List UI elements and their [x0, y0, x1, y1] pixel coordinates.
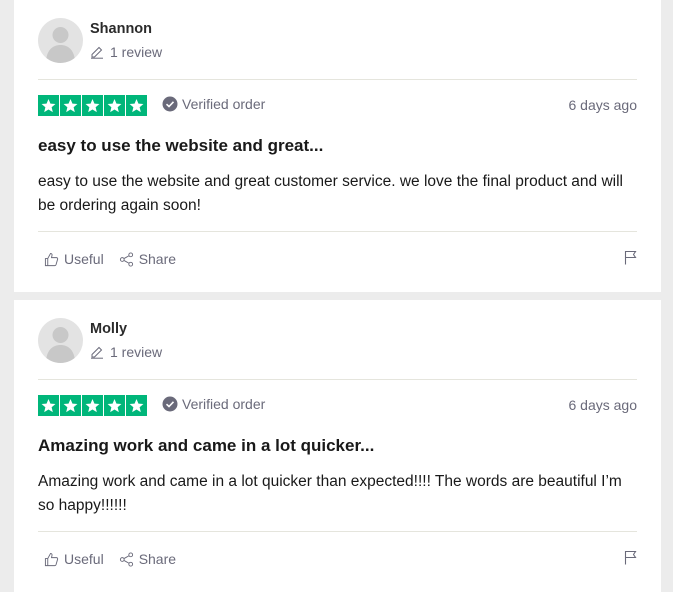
review-date: 6 days ago [568, 97, 638, 113]
verified-check-icon [162, 396, 178, 412]
review-count: 1 review [90, 344, 162, 360]
avatar-placeholder-icon [46, 27, 75, 63]
useful-label: Useful [64, 551, 104, 567]
review-title[interactable]: easy to use the website and great... [38, 136, 323, 156]
report-flag-button[interactable] [624, 250, 637, 270]
star-rating [38, 395, 147, 416]
review-count-label: 1 review [110, 344, 163, 360]
flag-icon [624, 250, 637, 265]
consumer-info: Molly 1 review [38, 318, 637, 368]
star-icon [126, 395, 147, 416]
review-card: Shannon 1 review Verified order 6 days a… [14, 0, 661, 292]
review-title[interactable]: Amazing work and came in a lot quicker..… [38, 436, 374, 456]
share-icon [119, 551, 133, 567]
verified-label: Verified order [182, 96, 266, 112]
rating-row: Verified order 6 days ago [38, 395, 637, 417]
star-icon [82, 395, 103, 416]
review-actions: Useful Share [44, 249, 637, 269]
star-icon [60, 95, 81, 116]
rating-row: Verified order 6 days ago [38, 95, 637, 117]
divider [38, 79, 637, 80]
reviewer-name[interactable]: Molly [90, 321, 127, 337]
divider [38, 379, 637, 380]
review-count-label: 1 review [110, 44, 163, 60]
star-icon [104, 395, 125, 416]
star-icon [60, 395, 81, 416]
star-icon [38, 395, 59, 416]
divider [38, 231, 637, 232]
star-icon [38, 95, 59, 116]
review-actions: Useful Share [44, 549, 637, 569]
flag-icon [624, 550, 637, 565]
useful-button[interactable]: Useful [44, 551, 104, 567]
review-body: Amazing work and came in a lot quicker t… [38, 473, 622, 514]
divider [38, 531, 637, 532]
verified-check-icon [162, 96, 178, 112]
share-button[interactable]: Share [119, 551, 176, 567]
star-icon [82, 95, 103, 116]
star-rating [38, 95, 147, 116]
reviewer-name[interactable]: Shannon [90, 21, 152, 37]
verified-label: Verified order [182, 396, 266, 412]
avatar[interactable] [38, 318, 83, 363]
report-flag-button[interactable] [624, 550, 637, 570]
avatar-placeholder-icon [46, 327, 75, 363]
verified-badge[interactable]: Verified order [162, 96, 265, 112]
avatar[interactable] [38, 18, 83, 63]
review-date: 6 days ago [568, 397, 638, 413]
share-label: Share [138, 551, 177, 567]
thumbs-up-icon [44, 252, 59, 266]
share-button[interactable]: Share [119, 251, 176, 267]
review-body: easy to use the website and great custom… [38, 173, 624, 214]
useful-button[interactable]: Useful [44, 251, 104, 267]
useful-label: Useful [64, 251, 104, 267]
share-label: Share [138, 251, 177, 267]
star-icon [126, 95, 147, 116]
verified-badge[interactable]: Verified order [162, 396, 265, 412]
pencil-icon [91, 46, 103, 59]
pencil-icon [91, 346, 103, 359]
consumer-info: Shannon 1 review [38, 18, 637, 68]
thumbs-up-icon [44, 552, 59, 566]
share-icon [119, 251, 133, 267]
review-card: Molly 1 review Verified order 6 days ago [14, 300, 661, 592]
star-icon [104, 95, 125, 116]
review-count: 1 review [90, 44, 162, 60]
